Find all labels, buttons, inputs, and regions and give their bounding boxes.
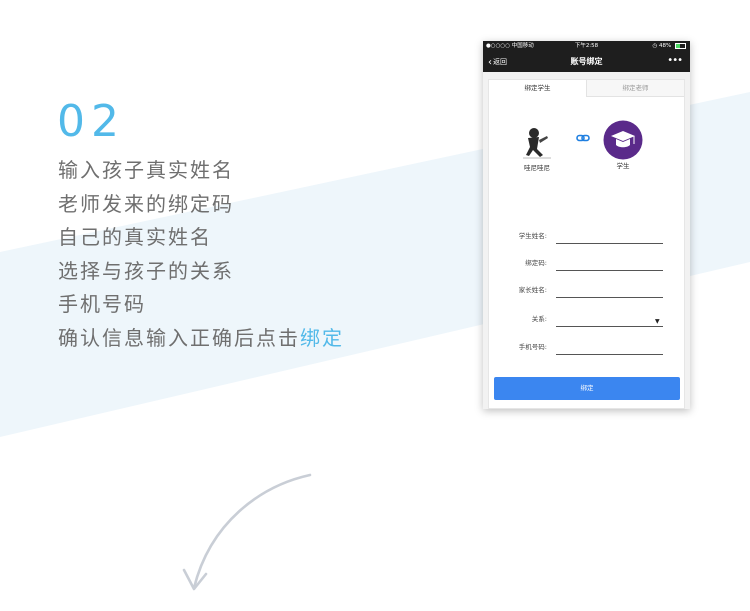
phone-row: 手机号码: <box>489 340 686 360</box>
bind-highlight-text: 绑定 <box>300 325 344 350</box>
student-avatar-block: 学生 <box>601 120 645 171</box>
curved-arrow-icon <box>182 473 312 591</box>
instruction-line-final: 确认信息输入正确后点击绑定 <box>58 322 344 356</box>
battery-icon <box>675 42 686 49</box>
more-icon[interactable]: ••• <box>667 52 683 70</box>
parent-avatar-block: 哇尼哇尼 <box>515 122 559 173</box>
phone-mockup: ●○○○○ 中国移动 下午2:58 ◷ 48% ‹返回 账号绑定 ••• 绑定学… <box>483 41 690 409</box>
student-name-label: 学生姓名: <box>518 232 547 240</box>
student-name-row: 学生姓名: <box>489 229 686 249</box>
nav-bar: ‹返回 账号绑定 ••• <box>483 52 690 72</box>
step-number: 02 <box>57 96 125 147</box>
alarm-icon: ◷ <box>652 43 658 49</box>
parent-name-label: 家长姓名: <box>518 286 547 294</box>
page-title: 账号绑定 <box>570 57 603 66</box>
relation-row: 关系: ▼ <box>489 312 686 332</box>
bind-button[interactable]: 绑定 <box>494 377 680 400</box>
instruction-line: 自己的真实姓名 <box>58 225 212 249</box>
bind-code-input[interactable] <box>556 262 663 271</box>
instruction-line: 输入孩子真实姓名 <box>58 158 234 182</box>
phone-label: 手机号码: <box>518 343 547 351</box>
student-name-input[interactable] <box>556 235 663 244</box>
tab-bar: 绑定学生 绑定老师 <box>489 80 684 97</box>
tab-bind-teacher[interactable]: 绑定老师 <box>586 80 684 97</box>
relation-select[interactable] <box>556 318 663 327</box>
instruction-final-text: 确认信息输入正确后点击 <box>58 325 300 350</box>
graduation-cap-icon <box>603 120 643 160</box>
battery-level-fill <box>676 43 681 48</box>
bind-code-row: 绑定码: <box>489 256 686 276</box>
tab-bind-student[interactable]: 绑定学生 <box>489 80 586 97</box>
relation-label: 关系: <box>531 315 547 323</box>
bind-code-label: 绑定码: <box>525 259 547 267</box>
step-instructions: 输入孩子真实姓名 老师发来的绑定码 自己的真实姓名 选择与孩子的关系 手机号码 … <box>58 154 344 355</box>
status-bar: ●○○○○ 中国移动 下午2:58 ◷ 48% <box>483 41 690 52</box>
instruction-line: 选择与孩子的关系 <box>58 258 234 283</box>
parent-name-input[interactable] <box>556 289 663 298</box>
phone-input[interactable] <box>556 346 663 355</box>
caret-down-icon: ▼ <box>655 318 660 325</box>
parent-avatar <box>523 128 551 159</box>
parent-avatar-label: 哇尼哇尼 <box>524 164 550 172</box>
battery-status: ◷ 48% <box>652 41 686 52</box>
instruction-line: 手机号码 <box>58 292 146 316</box>
link-icon <box>576 134 590 142</box>
battery-percent: 48% <box>659 43 672 49</box>
binding-card: 绑定学生 绑定老师 哇尼哇尼 学生 学生姓名: 绑定码: 家长姓名: 关系: ▼… <box>488 79 685 409</box>
student-avatar-label: 学生 <box>616 162 630 170</box>
instruction-line: 老师发来的绑定码 <box>58 191 234 216</box>
parent-name-row: 家长姓名: <box>489 283 686 303</box>
